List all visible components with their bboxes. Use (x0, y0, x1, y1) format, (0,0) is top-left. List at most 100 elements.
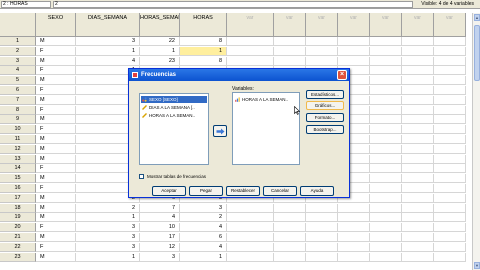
empty-grid-cell[interactable] (434, 164, 466, 174)
row-number[interactable]: 22 (0, 242, 36, 252)
empty-grid-cell[interactable] (402, 46, 434, 56)
empty-grid-cell[interactable] (370, 203, 402, 213)
grid-cell-horas[interactable]: 1 (180, 252, 227, 262)
cancel-button[interactable]: Cancelar (263, 186, 297, 196)
source-variable-list[interactable]: SEXO [SEXO] DIAS A LA SEMANA [.. HORAS A… (139, 93, 209, 165)
empty-grid-cell[interactable] (227, 233, 274, 242)
row-number[interactable]: 11 (0, 135, 36, 144)
column-header[interactable]: var (227, 13, 274, 37)
empty-grid-cell[interactable] (274, 203, 306, 213)
empty-grid-cell[interactable] (370, 86, 402, 95)
grid-cell-sexo[interactable]: F (36, 184, 76, 193)
column-header[interactable]: var (338, 13, 370, 37)
empty-grid-cell[interactable] (434, 46, 466, 56)
empty-grid-cell[interactable] (402, 86, 434, 95)
grid-cell-horas[interactable]: 4 (180, 242, 227, 252)
source-variable-item[interactable]: SEXO [SEXO] (141, 96, 207, 103)
empty-grid-cell[interactable] (274, 252, 306, 262)
empty-grid-cell[interactable] (434, 56, 466, 66)
empty-grid-cell[interactable] (370, 154, 402, 164)
row-number[interactable]: 10 (0, 125, 36, 135)
empty-grid-cell[interactable] (402, 223, 434, 233)
row-number[interactable]: 5 (0, 76, 36, 86)
empty-grid-cell[interactable] (370, 56, 402, 66)
help-button[interactable]: Ayuda (300, 186, 334, 196)
scroll-up-arrow[interactable]: ▲ (474, 14, 480, 21)
row-number[interactable]: 19 (0, 213, 36, 223)
empty-grid-cell[interactable] (370, 213, 402, 223)
grid-cell-horas[interactable]: 6 (180, 233, 227, 242)
grid-cell-dias[interactable]: 4 (76, 56, 140, 66)
grid-cell-sexo[interactable]: F (36, 125, 76, 135)
empty-grid-cell[interactable] (434, 95, 466, 105)
row-number[interactable]: 8 (0, 105, 36, 115)
empty-grid-cell[interactable] (434, 242, 466, 252)
grid-cell-sexo[interactable]: M (36, 174, 76, 184)
grid-cell-hsem[interactable]: 23 (140, 56, 180, 66)
row-number[interactable]: 6 (0, 86, 36, 95)
empty-grid-cell[interactable] (306, 37, 338, 46)
row-number[interactable]: 13 (0, 154, 36, 164)
empty-grid-cell[interactable] (306, 242, 338, 252)
grid-cell-hsem[interactable]: 3 (140, 252, 180, 262)
empty-grid-cell[interactable] (227, 56, 274, 66)
row-number[interactable]: 9 (0, 115, 36, 125)
column-header[interactable]: var (434, 13, 466, 37)
grid-cell-horas[interactable]: 8 (180, 56, 227, 66)
empty-grid-cell[interactable] (338, 233, 370, 242)
grid-cell-sexo[interactable]: F (36, 242, 76, 252)
empty-grid-cell[interactable] (274, 242, 306, 252)
grid-cell-horas[interactable]: 2 (180, 213, 227, 223)
empty-grid-cell[interactable] (402, 144, 434, 154)
empty-grid-cell[interactable] (370, 37, 402, 46)
row-number[interactable]: 2 (0, 46, 36, 56)
empty-grid-cell[interactable] (306, 46, 338, 56)
grid-cell-sexo[interactable]: M (36, 95, 76, 105)
column-header[interactable]: var (402, 13, 434, 37)
grid-corner[interactable] (0, 13, 36, 37)
reset-button[interactable]: Restablecer (226, 186, 260, 196)
empty-grid-cell[interactable] (402, 37, 434, 46)
empty-grid-cell[interactable] (434, 115, 466, 125)
source-variable-item[interactable]: DIAS A LA SEMANA [.. (141, 104, 207, 111)
grid-cell-hsem[interactable]: 22 (140, 37, 180, 46)
empty-grid-cell[interactable] (370, 233, 402, 242)
grid-cell-hsem[interactable]: 1 (140, 46, 180, 56)
grid-cell-dias[interactable]: 2 (76, 203, 140, 213)
column-header[interactable]: var (370, 13, 402, 37)
empty-grid-cell[interactable] (338, 252, 370, 262)
scroll-thumb[interactable] (474, 25, 480, 81)
empty-grid-cell[interactable] (338, 203, 370, 213)
empty-grid-cell[interactable] (306, 213, 338, 223)
grid-cell-dias[interactable]: 3 (76, 233, 140, 242)
grid-cell-hsem[interactable]: 7 (140, 203, 180, 213)
move-variable-button[interactable] (213, 125, 227, 137)
empty-grid-cell[interactable] (402, 203, 434, 213)
empty-grid-cell[interactable] (402, 193, 434, 203)
empty-grid-cell[interactable] (227, 203, 274, 213)
grid-cell-sexo[interactable]: M (36, 115, 76, 125)
cell-reference-field[interactable]: 2 : HORAS (1, 1, 51, 8)
empty-grid-cell[interactable] (434, 66, 466, 76)
grid-cell-sexo[interactable]: M (36, 203, 76, 213)
grid-cell-sexo[interactable]: M (36, 56, 76, 66)
grid-cell-sexo[interactable]: F (36, 46, 76, 56)
grid-cell-sexo[interactable]: M (36, 135, 76, 144)
empty-grid-cell[interactable] (402, 95, 434, 105)
empty-grid-cell[interactable] (402, 164, 434, 174)
grid-cell-dias[interactable]: 3 (76, 223, 140, 233)
grid-cell-dias[interactable]: 1 (76, 213, 140, 223)
row-number[interactable]: 20 (0, 223, 36, 233)
empty-grid-cell[interactable] (402, 66, 434, 76)
grid-cell-horas[interactable]: 3 (180, 203, 227, 213)
empty-grid-cell[interactable] (274, 37, 306, 46)
empty-grid-cell[interactable] (434, 203, 466, 213)
column-header[interactable]: var (306, 13, 338, 37)
grid-cell-hsem[interactable]: 12 (140, 242, 180, 252)
empty-grid-cell[interactable] (402, 76, 434, 86)
empty-grid-cell[interactable] (338, 223, 370, 233)
empty-grid-cell[interactable] (370, 174, 402, 184)
empty-grid-cell[interactable] (370, 144, 402, 154)
grid-cell-hsem[interactable]: 17 (140, 233, 180, 242)
grid-cell-hsem[interactable]: 10 (140, 223, 180, 233)
